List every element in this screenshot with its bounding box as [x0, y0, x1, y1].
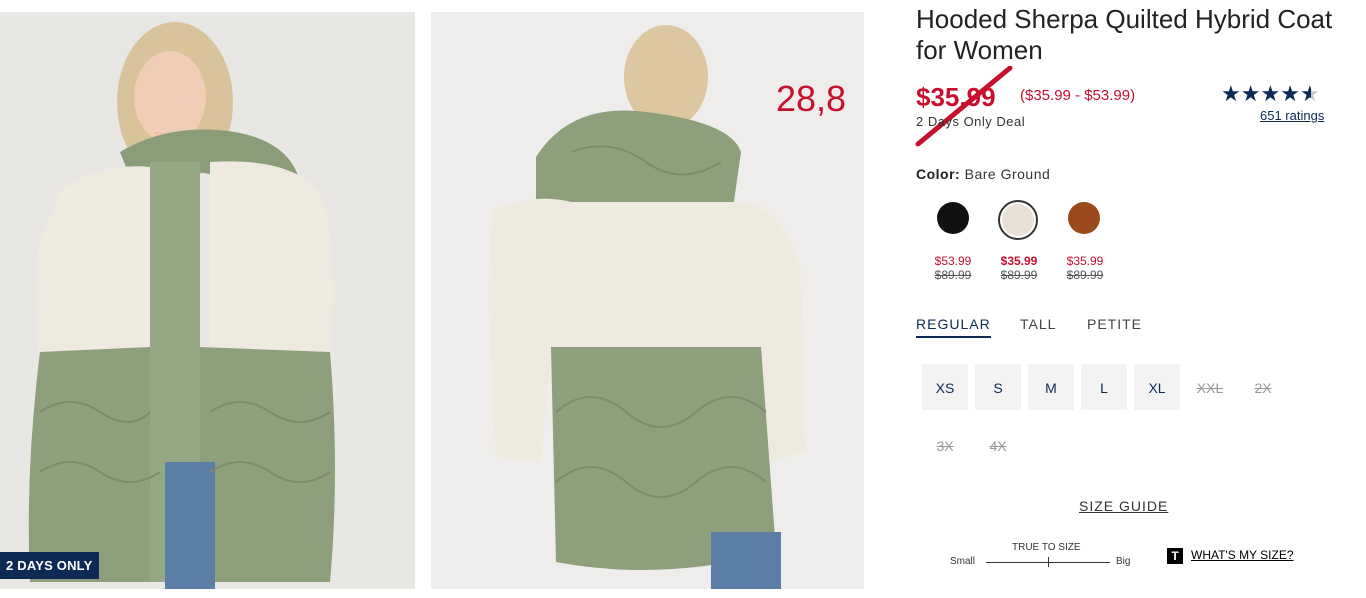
swatch-black[interactable] [937, 202, 969, 234]
color-label-key: Color: [916, 166, 961, 182]
size-button-xxl[interactable]: XXL [1187, 364, 1233, 410]
swatch-brown[interactable] [1068, 202, 1100, 234]
size-button-l[interactable]: L [1081, 364, 1127, 410]
size-guide-link[interactable]: SIZE GUIDE [1079, 498, 1168, 514]
whats-my-size-link[interactable]: WHAT'S MY SIZE? [1191, 548, 1294, 562]
size-button-4x[interactable]: 4X [975, 422, 1021, 468]
ratings-count-link[interactable]: 651 ratings [1260, 108, 1324, 123]
product-image-front[interactable]: 2 DAYS ONLY [0, 12, 415, 589]
fit-scale-min: Small [950, 556, 976, 567]
fit-scale-marker [1048, 557, 1049, 567]
deal-label: 2 Days Only Deal [916, 114, 1026, 129]
size-button-2x[interactable]: 2X [1240, 364, 1286, 410]
swatch-price: $53.99 [934, 254, 972, 268]
swatch-price: $35.99 [1066, 254, 1104, 268]
star-icon: ★ [1280, 81, 1300, 106]
swatch-price: $35.99 [1000, 254, 1038, 268]
size-button-xs[interactable]: XS [922, 364, 968, 410]
true-fit-logo-icon: T [1167, 548, 1183, 564]
price-range: ($35.99 - $53.99) [1020, 87, 1136, 104]
size-button-s[interactable]: S [975, 364, 1021, 410]
swatch-bare-ground[interactable] [1002, 204, 1034, 236]
rating-stars: ★★★★★ [1221, 81, 1320, 107]
fit-scale-title: TRUE TO SIZE [1012, 542, 1081, 553]
product-title: Hooded Sherpa Quilted Hybrid Coat for Wo… [916, 4, 1333, 65]
size-button-m[interactable]: M [1028, 364, 1074, 410]
swatch-old-price: $89.99 [934, 268, 972, 282]
swatch-old-price: $89.99 [1066, 268, 1104, 282]
handwritten-strike-mark [915, 66, 1013, 147]
star-half-icon: ★ [1299, 81, 1320, 106]
fit-scale-max: Big [1116, 556, 1131, 567]
color-label: Color: Bare Ground [916, 166, 1050, 182]
size-button-xl[interactable]: XL [1134, 364, 1180, 410]
star-icon: ★ [1221, 81, 1241, 106]
selected-color: Bare Ground [964, 166, 1051, 182]
promo-badge: 2 DAYS ONLY [0, 552, 99, 579]
tab-tall[interactable]: TALL [1020, 316, 1056, 332]
star-icon: ★ [1260, 81, 1281, 106]
swatch-old-price: $89.99 [1000, 268, 1038, 282]
star-icon: ★ [1240, 81, 1261, 106]
size-button-3x[interactable]: 3X [922, 422, 968, 468]
tab-regular[interactable]: REGULAR [916, 316, 991, 338]
overlay-number: 28,8 [776, 78, 847, 119]
tab-petite[interactable]: PETITE [1087, 316, 1142, 332]
